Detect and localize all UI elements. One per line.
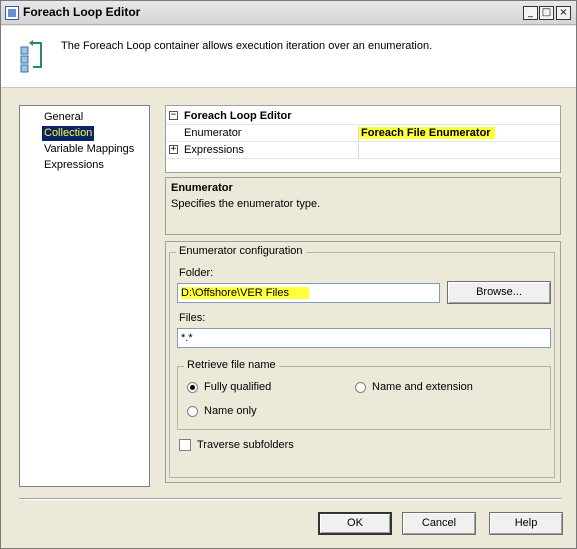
enumerator-value: Foreach File Enumerator	[359, 127, 495, 139]
files-input[interactable]: *.*	[177, 328, 551, 348]
nav-item-general[interactable]: General	[42, 110, 85, 125]
footer-divider	[19, 498, 561, 500]
title-bar[interactable]: Foreach Loop Editor _ □ ×	[1, 1, 576, 25]
cancel-button[interactable]: Cancel	[402, 512, 476, 535]
retrieve-file-name-group: Retrieve file name Fully qualified Name …	[177, 359, 551, 430]
close-button[interactable]: ×	[556, 6, 571, 20]
name-and-extension-label[interactable]: Name and extension	[372, 381, 473, 393]
enumerator-config-panel: Enumerator configuration Folder: D:\Offs…	[165, 241, 561, 483]
property-row-enumerator[interactable]: Enumerator Foreach File Enumerator	[166, 125, 560, 142]
files-label: Files:	[179, 312, 206, 324]
dialog-header: The Foreach Loop container allows execut…	[1, 26, 576, 88]
traverse-subfolders-checkbox[interactable]	[179, 439, 191, 451]
fully-qualified-label[interactable]: Fully qualified	[204, 381, 271, 393]
fully-qualified-radio[interactable]	[187, 382, 198, 393]
nav-item-expressions[interactable]: Expressions	[42, 158, 106, 173]
retrieve-file-name-label: Retrieve file name	[184, 359, 279, 371]
property-row-expressions[interactable]: + Expressions	[166, 142, 560, 159]
enumerator-configuration-label: Enumerator configuration	[176, 245, 306, 257]
property-key-expressions: Expressions	[184, 144, 244, 156]
minimize-button[interactable]: _	[523, 6, 538, 20]
window-title: Foreach Loop Editor	[23, 5, 141, 19]
page-navigation: General Collection Variable Mappings Exp…	[19, 105, 150, 487]
help-button[interactable]: Help	[489, 512, 563, 535]
property-value-enumerator[interactable]: Foreach File Enumerator	[358, 126, 560, 141]
expand-icon[interactable]: +	[169, 145, 178, 154]
browse-button[interactable]: Browse...	[447, 281, 551, 304]
property-grid: − Foreach Loop Editor Enumerator Foreach…	[165, 105, 561, 173]
collapse-icon[interactable]: −	[169, 111, 178, 120]
description-title: Enumerator	[171, 182, 233, 194]
property-category-row[interactable]: − Foreach Loop Editor	[166, 108, 560, 125]
nav-item-collection[interactable]: Collection	[42, 126, 95, 141]
folder-label: Folder:	[179, 267, 214, 279]
enumerator-configuration-group: Enumerator configuration Folder: D:\Offs…	[169, 245, 555, 478]
property-description-panel: Enumerator Specifies the enumerator type…	[165, 177, 561, 235]
app-icon	[5, 6, 19, 20]
name-only-radio[interactable]	[187, 406, 198, 417]
maximize-button[interactable]: □	[539, 6, 554, 20]
name-only-label[interactable]: Name only	[204, 405, 257, 417]
property-key-enumerator: Enumerator	[184, 127, 242, 139]
property-value-expressions[interactable]	[358, 143, 560, 158]
ok-button[interactable]: OK	[318, 512, 392, 535]
name-and-extension-radio[interactable]	[355, 382, 366, 393]
nav-item-variable-mappings[interactable]: Variable Mappings	[42, 142, 136, 157]
traverse-subfolders-label[interactable]: Traverse subfolders	[197, 439, 294, 451]
foreach-loop-editor-window: Foreach Loop Editor _ □ × The Foreach Lo…	[0, 0, 577, 549]
folder-input[interactable]: D:\Offshore\VER Files	[177, 283, 440, 303]
foreach-loop-icon	[20, 40, 42, 73]
folder-value: D:\Offshore\VER Files	[181, 287, 309, 299]
description-text: Specifies the enumerator type.	[171, 198, 321, 210]
property-category-title: Foreach Loop Editor	[184, 110, 292, 122]
header-description: The Foreach Loop container allows execut…	[61, 40, 433, 52]
